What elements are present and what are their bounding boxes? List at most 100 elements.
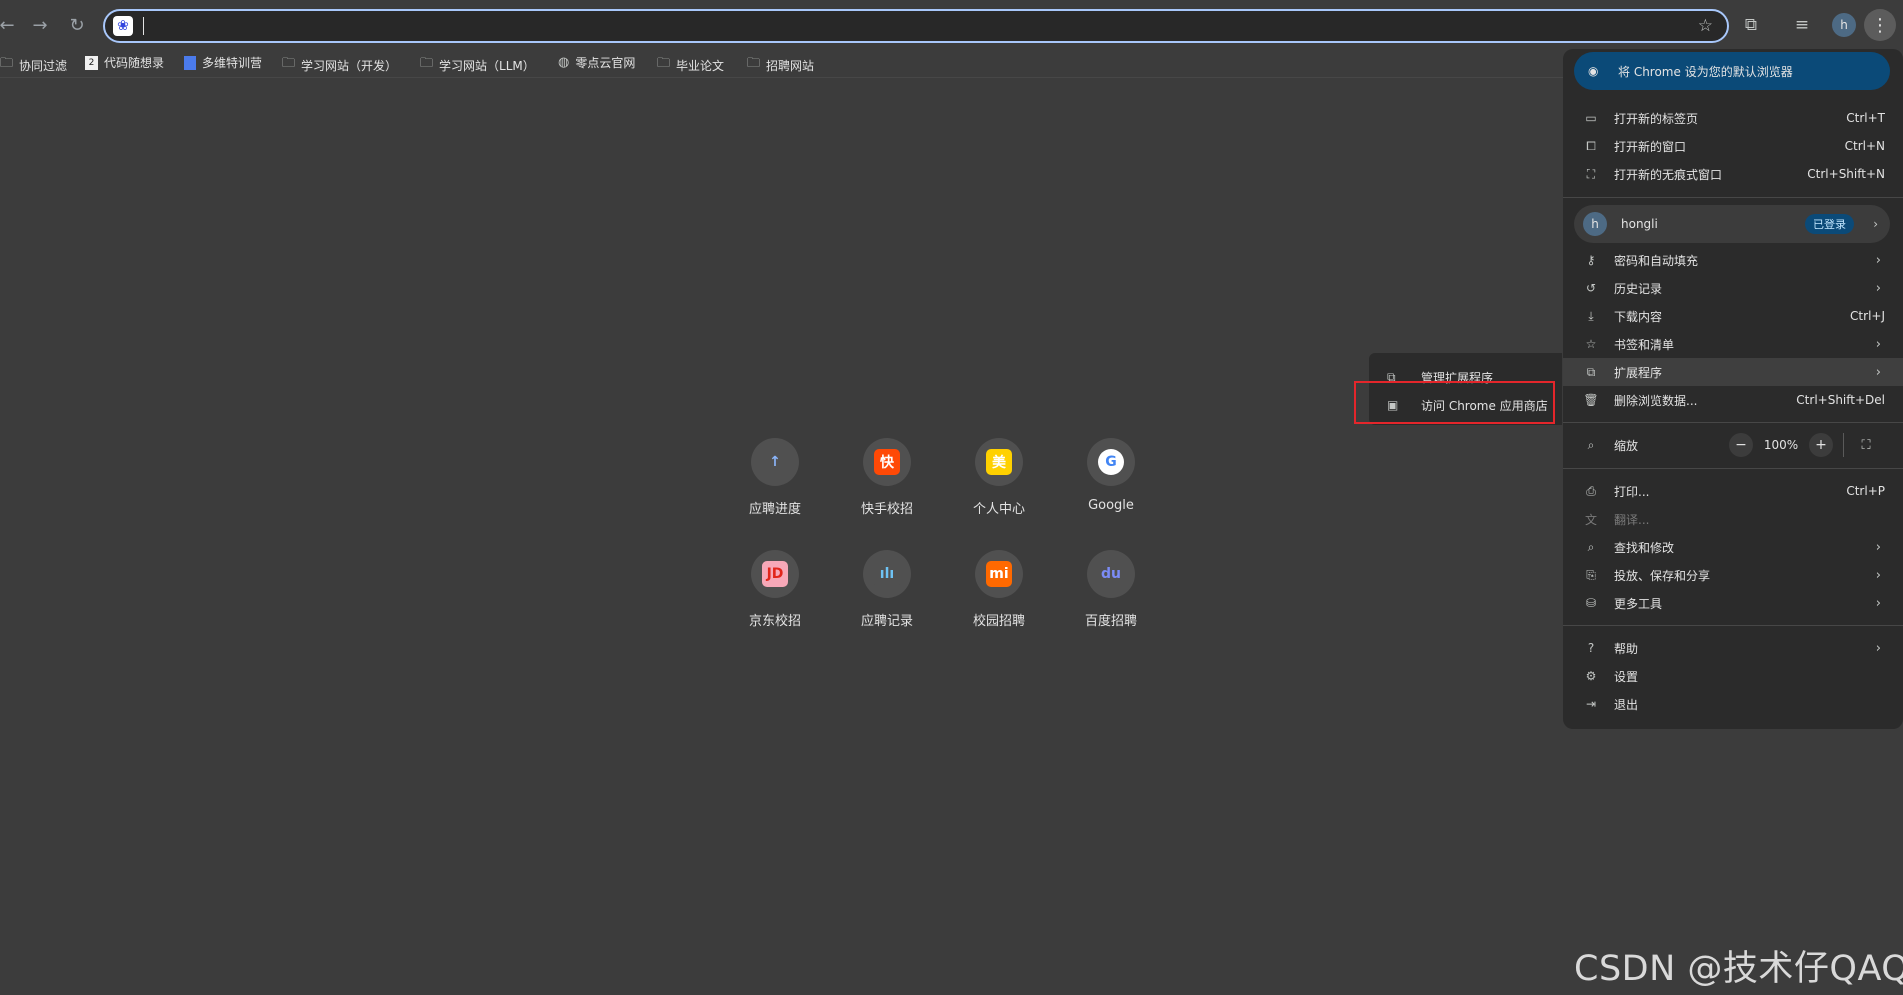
shortcut-tile[interactable]: G Google xyxy=(1065,438,1157,513)
bookmark-star-icon[interactable]: ☆ xyxy=(1698,16,1713,36)
chevron-right-icon: › xyxy=(1875,364,1881,380)
share-icon: ⎘ xyxy=(1586,567,1596,582)
annotation-highlight-box xyxy=(1354,381,1555,424)
shortcut-tile[interactable]: JD 京东校招 xyxy=(729,550,821,629)
shortcut-tile[interactable]: mi 校园招聘 xyxy=(953,550,1045,629)
address-bar[interactable]: ❀ ☆ xyxy=(103,9,1729,43)
zoom-in-button[interactable]: + xyxy=(1809,433,1833,457)
shortcut-tile[interactable]: du 百度招聘 xyxy=(1065,550,1157,629)
zoom-level: 100% xyxy=(1763,438,1799,452)
signed-in-badge: 已登录 xyxy=(1805,214,1854,234)
chrome-menu-icon[interactable]: ⋮ xyxy=(1864,9,1896,41)
shortcut-tile[interactable]: ılı 应聘记录 xyxy=(841,550,933,629)
folder-icon: 🗀 xyxy=(420,56,434,71)
downloads-item[interactable]: ⤓ 下载内容 Ctrl+J xyxy=(1563,302,1903,330)
menu-divider xyxy=(1563,625,1903,626)
shortcut-favicon-icon: ılı xyxy=(874,561,900,587)
chevron-right-icon: › xyxy=(1875,539,1881,555)
extensions-icon[interactable]: ⧉ xyxy=(1738,12,1764,38)
find-edit-item[interactable]: ⌕ 查找和修改 › xyxy=(1563,533,1903,561)
find-icon: ⌕ xyxy=(1587,539,1595,554)
chevron-right-icon: › xyxy=(1875,567,1881,583)
shortcut-favicon-icon: 快 xyxy=(874,449,900,475)
folder-icon: 🗀 xyxy=(282,56,296,71)
chevron-right-icon: › xyxy=(1875,280,1881,296)
extensions-item[interactable]: ⧉ 扩展程序 › xyxy=(1563,358,1903,386)
set-default-browser-item[interactable]: ◉ 将 Chrome 设为您的默认浏览器 xyxy=(1574,52,1890,90)
forward-icon[interactable]: → xyxy=(25,10,55,40)
folder-icon: 🗀 xyxy=(747,56,761,71)
bookmark-item[interactable]: 🗀 招聘网站 xyxy=(747,54,814,76)
shortcut-favicon-icon: ↑ xyxy=(762,449,788,475)
shortcut-favicon-icon: mi xyxy=(986,561,1012,587)
doc-blue-icon xyxy=(184,55,196,70)
text-caret xyxy=(143,17,144,35)
shortcut-label: Google xyxy=(1088,498,1134,513)
bookmark-item[interactable]: 多维特训营 xyxy=(184,54,262,71)
incognito-icon: ⛶ xyxy=(1586,166,1596,181)
new-tab-icon: ▭ xyxy=(1585,111,1597,125)
shortcut-icon-circle: du xyxy=(1087,550,1135,598)
settings-item[interactable]: ⚙ 设置 xyxy=(1563,662,1903,690)
shortcut-tile[interactable]: 美个人中心 xyxy=(953,438,1045,517)
shortcut-tile[interactable]: ↑ 应聘进度 xyxy=(729,438,821,517)
profile-avatar[interactable]: h xyxy=(1832,13,1856,37)
zoom-divider xyxy=(1843,433,1844,457)
chevron-right-icon: › xyxy=(1875,336,1881,352)
shortcut-icon-circle: ılı xyxy=(863,550,911,598)
chevron-right-icon: › xyxy=(1875,640,1881,656)
shortcut-icon-circle: 美 xyxy=(975,438,1023,486)
toolbox-icon: ⛁ xyxy=(1585,596,1597,610)
download-icon: ⤓ xyxy=(1588,308,1594,323)
shortcut-favicon-icon: 美 xyxy=(986,449,1012,475)
bookmark-item[interactable]: 🗀 协同过滤 xyxy=(0,54,67,76)
shortcut-icon-circle: ↑ xyxy=(751,438,799,486)
shortcut-icon-circle: mi xyxy=(975,550,1023,598)
shortcut-icon-circle: 快 xyxy=(863,438,911,486)
zoom-icon: ⌕ xyxy=(1587,437,1595,452)
exit-item[interactable]: ⇥ 退出 xyxy=(1563,690,1903,718)
chevron-right-icon: › xyxy=(1875,595,1881,611)
shortcut-favicon-icon: JD xyxy=(762,561,788,587)
shortcut-favicon-icon: G xyxy=(1098,449,1124,475)
chevron-right-icon: › xyxy=(1873,217,1878,231)
menu-divider xyxy=(1563,468,1903,469)
new-tab-item[interactable]: ▭ 打开新的标签页 Ctrl+T xyxy=(1563,104,1903,132)
bookmark-item[interactable]: 2 代码随想录 xyxy=(85,54,164,71)
globe-icon: ◍ xyxy=(558,55,570,70)
zoom-row: ⌕ 缩放 − 100% + ⛶ xyxy=(1563,431,1903,459)
key-icon: ⚷ xyxy=(1586,253,1596,267)
browser-toolbar: ← → ↻ ❀ ☆ ⧉ ≡ h ⋮ xyxy=(0,0,1903,50)
more-tools-item[interactable]: ⛁ 更多工具 › xyxy=(1563,589,1903,617)
bookmarks-lists-item[interactable]: ☆ 书签和清单 › xyxy=(1563,330,1903,358)
bookmark-item[interactable]: 🗀 毕业论文 xyxy=(657,54,724,76)
bookmark-item[interactable]: 🗀 学习网站（LLM） xyxy=(420,54,535,76)
history-item[interactable]: ↺ 历史记录 › xyxy=(1563,274,1903,302)
cast-save-share-item[interactable]: ⎘ 投放、保存和分享 › xyxy=(1563,561,1903,589)
reload-icon[interactable]: ↻ xyxy=(62,10,92,40)
bookmark-item[interactable]: 🗀 学习网站（开发） xyxy=(282,54,397,76)
gear-icon: ⚙ xyxy=(1585,669,1597,683)
shortcut-tile[interactable]: 快快手校招 xyxy=(841,438,933,517)
passwords-autofill-item[interactable]: ⚷ 密码和自动填充 › xyxy=(1563,246,1903,274)
site-favicon-icon: ❀ xyxy=(113,16,133,36)
back-icon[interactable]: ← xyxy=(0,10,22,40)
bookmark-item[interactable]: ◍ 零点云官网 xyxy=(558,54,635,71)
clear-browsing-data-item[interactable]: 🗑 删除浏览数据... Ctrl+Shift+Del xyxy=(1563,386,1903,414)
new-window-icon: ⧠ xyxy=(1586,138,1596,153)
new-incognito-window-item[interactable]: ⛶ 打开新的无痕式窗口 Ctrl+Shift+N xyxy=(1563,160,1903,188)
media-control-icon[interactable]: ≡ xyxy=(1789,12,1815,38)
shortcut-icon-circle: JD xyxy=(751,550,799,598)
folder-icon: 🗀 xyxy=(0,56,14,71)
translate-item: 文 翻译... xyxy=(1584,512,1650,527)
history-icon: ↺ xyxy=(1585,281,1597,295)
zoom-out-button[interactable]: − xyxy=(1729,433,1753,457)
profile-item[interactable]: h hongli 已登录 › xyxy=(1574,205,1890,243)
help-item[interactable]: ? 帮助 › xyxy=(1563,634,1903,662)
fullscreen-icon[interactable]: ⛶ xyxy=(1854,433,1878,457)
new-window-item[interactable]: ⧠ 打开新的窗口 Ctrl+N xyxy=(1563,132,1903,160)
shortcut-label: 快手校招 xyxy=(860,502,913,517)
shortcut-label: 百度招聘 xyxy=(1084,614,1137,629)
print-item[interactable]: ⎙ 打印... Ctrl+P xyxy=(1563,477,1903,505)
shortcut-label: 应聘进度 xyxy=(748,502,801,517)
